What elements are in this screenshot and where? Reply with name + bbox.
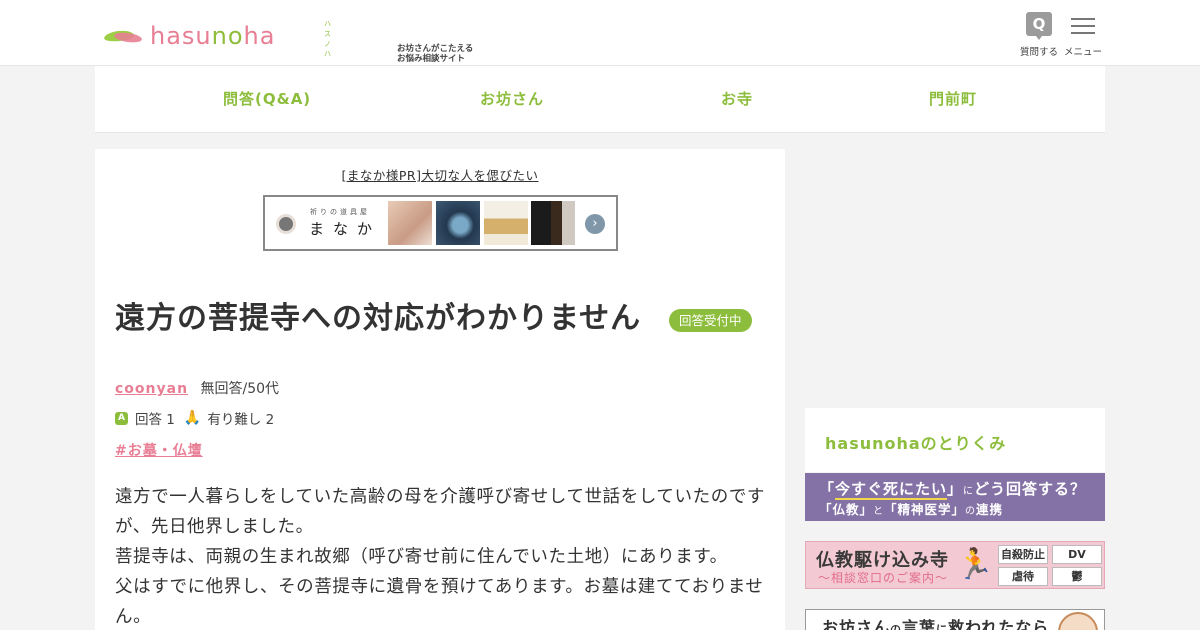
logo-tagline: お坊さんがこたえる お悩み相談サイト xyxy=(397,44,474,64)
category-tag[interactable]: #お墓・仏壇 xyxy=(115,440,203,460)
hamburger-icon xyxy=(1071,16,1095,36)
body-paragraph: 遠方で一人暮らしをしていた高齢の母を介護呼び寄せして世話をしていたのですが、先日… xyxy=(115,487,766,537)
answer-icon: A xyxy=(115,411,128,425)
lotus-leaf-icon xyxy=(103,24,144,44)
sidebar-banner-kakekomidera[interactable]: 仏教駆け込み寺 〜相談窓口のご案内〜 🏃 自殺防止 DV 虐待 鬱 xyxy=(805,541,1105,589)
banner1-line2: 「仏教」と「精神医学」の連携 xyxy=(819,502,1004,517)
sidebar-section-title: hasunohaのとりくみ xyxy=(825,434,1007,453)
banner-brand: まなか xyxy=(309,220,382,238)
banner-photo xyxy=(531,201,575,245)
pr-link[interactable]: [まなか様PR]大切な人を偲びたい xyxy=(95,165,785,184)
body-paragraph: 菩提寺は、両親の生まれ故郷（呼び寄せ前に住んでいた土地）にあります。 xyxy=(115,547,728,567)
banner1-line1: 「今すぐ死にたい」にどう回答する？ xyxy=(819,480,1087,500)
praying-hands-icon: 🙏 xyxy=(183,410,202,426)
banner2-chip: 鬱 xyxy=(1052,567,1102,586)
nav-item-temples[interactable]: お寺 xyxy=(721,88,753,109)
banner2-chip: 虐待 xyxy=(998,567,1048,586)
author-row: coonyan 無回答/50代 xyxy=(115,378,279,398)
site-header: hasunoha ハスノハ お坊さんがこたえる お悩み相談サイト Q 質問する … xyxy=(0,0,1200,66)
logo-ruby: ハスノハ xyxy=(324,20,332,58)
banner-photo xyxy=(388,201,432,245)
banner2-subtitle: 〜相談窓口のご案内〜 xyxy=(818,571,949,585)
nav-item-monzenmachi[interactable]: 門前町 xyxy=(929,88,977,109)
banner-sub: 祈りの道具屋 xyxy=(310,208,370,216)
question-title: 遠方の菩提寺への対応がわかりません xyxy=(115,301,642,336)
author-link[interactable]: coonyan xyxy=(115,381,188,397)
sidebar-section: hasunohaのとりくみ xyxy=(805,408,1105,472)
global-nav: 問答(Q&A) お坊さん お寺 門前町 xyxy=(95,66,1105,133)
chevron-right-icon: › xyxy=(585,214,605,234)
menu-label: メニュー xyxy=(1063,47,1102,58)
running-person-icon: 🏃 xyxy=(956,547,994,582)
banner-photo xyxy=(484,201,528,245)
menu-button[interactable]: メニュー xyxy=(1062,12,1104,58)
ask-question-button[interactable]: Q 質問する xyxy=(1018,12,1060,58)
banner2-chip: DV xyxy=(1052,545,1102,564)
status-badge: 回答受付中 xyxy=(669,309,752,332)
body-paragraph: 父はすでに他界し、その菩提寺に遺骨を預けてあります。お墓は建てておりません。 xyxy=(115,577,764,627)
pr-banner[interactable]: 祈りの道具屋 まなか › xyxy=(263,195,618,251)
question-body: 遠方で一人暮らしをしていた高齢の母を介護呼び寄せして世話をしていたのですが、先日… xyxy=(115,482,767,630)
thanks-count: 有り難し 2 xyxy=(207,412,275,428)
banner-photo xyxy=(436,201,480,245)
logo-wordmark: hasunoha xyxy=(150,22,276,50)
author-meta: 無回答/50代 xyxy=(200,381,280,397)
illustration-face-icon xyxy=(1058,612,1098,630)
stats-row: A 回答 1 🙏 有り難し 2 xyxy=(115,408,274,428)
nav-item-qa[interactable]: 問答(Q&A) xyxy=(223,88,311,109)
sidebar-banner-donation[interactable]: お坊さんの言葉に救われたなら xyxy=(805,609,1105,630)
question-card: [まなか様PR]大切な人を偲びたい 祈りの道具屋 まなか › 遠方の菩提寺への対… xyxy=(95,149,785,630)
ask-question-label: 質問する xyxy=(1019,47,1058,58)
site-logo[interactable]: hasunoha ハスノハ お坊さんがこたえる お悩み相談サイト xyxy=(103,19,473,64)
question-icon: Q xyxy=(1026,12,1052,40)
banner3-text: お坊さんの言葉に救われたなら xyxy=(822,618,1050,630)
nav-item-monks[interactable]: お坊さん xyxy=(480,88,544,109)
brand-mark-icon xyxy=(276,214,296,234)
answer-count: 回答 1 xyxy=(135,412,175,428)
banner2-chip: 自殺防止 xyxy=(998,545,1048,564)
sidebar-banner-suicide-response[interactable]: 「今すぐ死にたい」にどう回答する？ 「仏教」と「精神医学」の連携 xyxy=(805,473,1105,521)
